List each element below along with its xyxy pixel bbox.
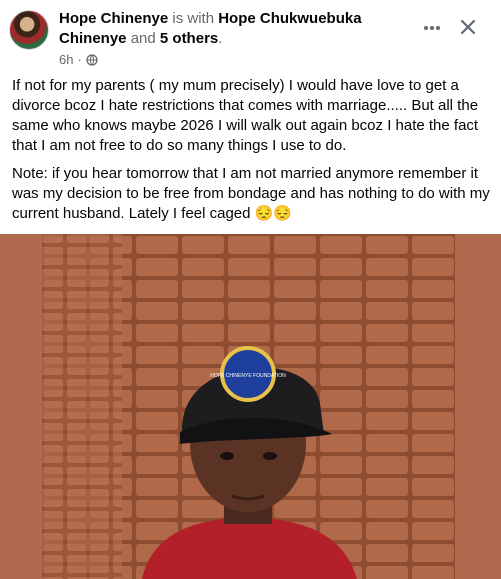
facebook-post: Hope Chinenye is with Hope Chukwuebuka C… — [0, 0, 501, 579]
author-avatar[interactable] — [9, 10, 49, 50]
post-paragraph-1: If not for my parents ( my mum precisely… — [12, 77, 479, 154]
post-header: Hope Chinenye is with Hope Chukwuebuka C… — [0, 0, 501, 68]
others-link[interactable]: 5 others — [160, 30, 218, 47]
post-text: If not for my parents ( my mum precisely… — [12, 76, 492, 232]
more-icon — [424, 26, 440, 30]
more-options-button[interactable] — [421, 17, 443, 39]
and-text: and — [130, 30, 156, 47]
post-paragraph-2: Note: if you hear tomorrow that I am not… — [12, 165, 490, 222]
post-photo[interactable]: HOPE CHINENYE FOUNDATION — [0, 234, 501, 579]
period: . — [218, 30, 223, 47]
with-text: is with — [172, 10, 215, 27]
post-time[interactable]: 6h — [59, 52, 73, 67]
selfie-image: HOPE CHINENYE FOUNDATION — [42, 234, 455, 579]
post-meta: Hope Chinenye is with Hope Chukwuebuka C… — [59, 9, 399, 49]
close-icon — [460, 19, 476, 35]
globe-icon — [86, 53, 98, 66]
cap-logo-text: HOPE CHINENYE FOUNDATION — [210, 373, 286, 379]
author-name[interactable]: Hope Chinenye — [59, 10, 168, 27]
post-subline: 6h · — [59, 52, 98, 67]
photo-content: HOPE CHINENYE FOUNDATION — [42, 234, 455, 579]
close-button[interactable] — [455, 14, 481, 40]
separator-dot: · — [77, 52, 82, 67]
